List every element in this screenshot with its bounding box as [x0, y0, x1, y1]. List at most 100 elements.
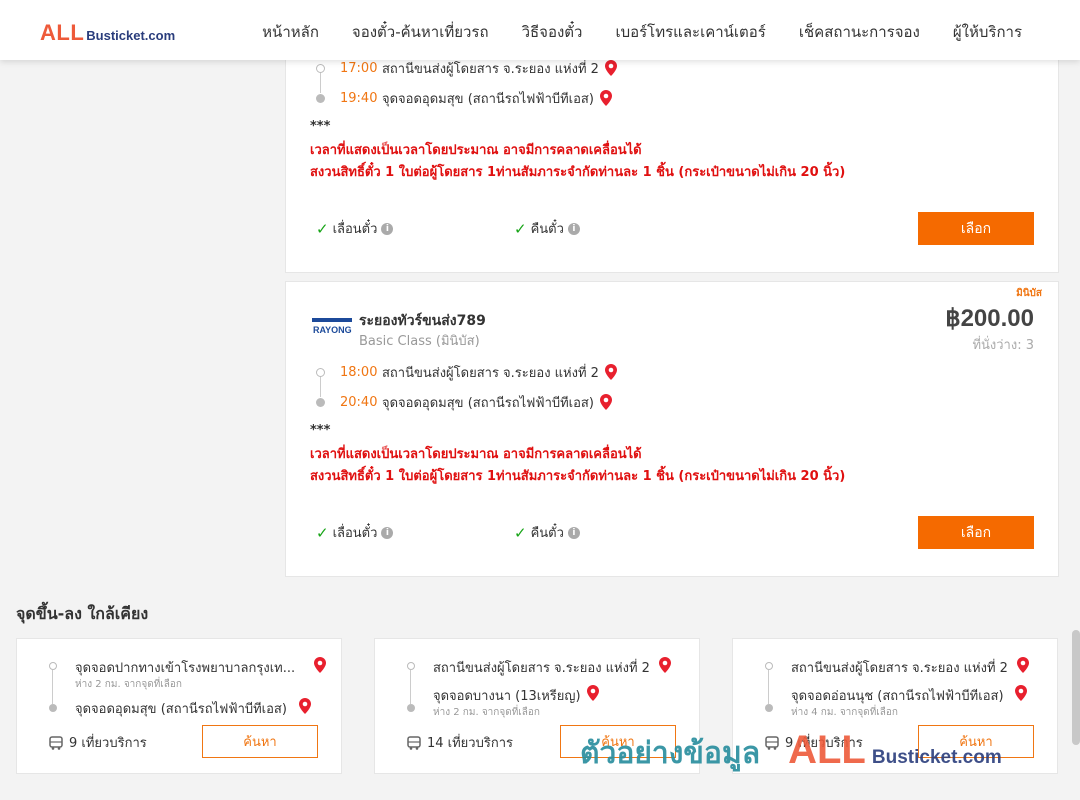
nav-operators[interactable]: ผู้ให้บริการ [953, 20, 1022, 44]
departure-time: 17:00 [340, 60, 378, 76]
option-refund-label: คืนตั๋ว [530, 222, 564, 237]
note-stars: *** [310, 423, 331, 438]
map-pin-icon[interactable] [659, 657, 671, 673]
info-icon[interactable]: i [381, 526, 394, 539]
logo-all: ALL [40, 20, 85, 45]
check-icon: ✓ [514, 523, 527, 542]
logo-busticket: Busticket.com [86, 28, 176, 43]
watermark-all: ALL [788, 728, 866, 772]
from-dot [49, 662, 57, 670]
trip-notes: *** เวลาที่แสดงเป็นเวลาโดยประมาณ อาจมีกา… [310, 119, 845, 184]
departure-dot [316, 63, 325, 73]
note-luggage: สงวนสิทธิ์ตั๋ว 1 ใบต่อผู้โดยสาร 1ท่านสัม… [310, 165, 846, 180]
minibus-badge: มินิบัส [1016, 288, 1042, 299]
trip-stops: 17:00 สถานีขนส่งผู้โดยสาร จ.ระยอง แห่งที… [310, 53, 617, 113]
option-postpone[interactable]: ✓ เลื่อนตั๋ว i [316, 218, 394, 239]
arrival-dot [316, 93, 325, 103]
map-pin-icon[interactable] [314, 657, 326, 673]
arrival-place: จุดจอดอุดมสุข (สถานีรถไฟฟ้าบีทีเอส) [382, 395, 594, 411]
seats-available: ที่นั่งว่าง: 3 [972, 338, 1034, 353]
select-trip-button[interactable]: เลือก [918, 212, 1034, 245]
info-icon[interactable]: i [567, 526, 580, 539]
map-pin-icon[interactable] [599, 394, 612, 410]
main-nav: หน้าหลัก จองตั๋ว-ค้นหาเที่ยวรถ วิธีจองตั… [262, 20, 1022, 44]
site-header: ALL Busticket.com หน้าหลัก จองตั๋ว-ค้นหา… [0, 0, 1080, 60]
watermark-busticket: Busticket.com [871, 747, 1002, 768]
sample-data-watermark: ตัวอย่างข้อมูล ALL Busticket.com [580, 728, 1002, 777]
option-refund-label: คืนตั๋ว [530, 526, 564, 541]
operator-logo: RAYONG [312, 318, 352, 335]
watermark-thai-text: ตัวอย่างข้อมูล [580, 736, 761, 771]
check-icon: ✓ [514, 219, 527, 238]
option-postpone-label: เลื่อนตั๋ว [332, 526, 378, 541]
arrival-dot [316, 397, 325, 407]
nav-how-to-book[interactable]: วิธีจองตั๋ว [522, 20, 583, 44]
departure-dot [316, 367, 325, 377]
note-luggage: สงวนสิทธิ์ตั๋ว 1 ใบต่อผู้โดยสาร 1ท่านสัม… [310, 469, 846, 484]
nav-phone-counter[interactable]: เบอร์โทรและเคาน์เตอร์ [615, 20, 765, 44]
nearby-trips-label: 14 เที่ยวบริการ [427, 736, 513, 751]
arrival-time: 20:40 [340, 394, 378, 410]
nearby-stops-title: จุดขึ้น-ลง ใกล้เคียง [16, 604, 149, 623]
departure-time: 18:00 [340, 364, 378, 380]
from-dot [407, 662, 415, 670]
trip-card: มินิบัส RAYONG ระยองทัวร์ขนส่ง789 Basic … [285, 281, 1059, 577]
arrival-time: 19:40 [340, 90, 378, 106]
bus-icon [407, 735, 421, 750]
nav-book-search[interactable]: จองตั๋ว-ค้นหาเที่ยวรถ [352, 20, 489, 44]
nearby-search-button[interactable]: ค้นหา [202, 725, 318, 758]
departure-stop: 18:00 สถานีขนส่งผู้โดยสาร จ.ระยอง แห่งที… [310, 357, 617, 387]
from-dot [765, 662, 773, 670]
page-scrollbar[interactable] [1072, 630, 1080, 745]
note-time-estimate: เวลาที่แสดงเป็นเวลาโดยประมาณ อาจมีการคลา… [310, 143, 642, 158]
operator-logo-text: RAYONG [313, 325, 352, 335]
arrival-stop: 19:40 จุดจอดอุดมสุข (สถานีรถไฟฟ้าบีทีเอส… [310, 83, 617, 113]
nearby-from-distance: ห่าง 2 กม. จากจุดที่เลือก [75, 679, 182, 690]
select-trip-button[interactable]: เลือก [918, 516, 1034, 549]
nearby-to: จุดจอดอุดมสุข (สถานีรถไฟฟ้าบีทีเอส) [75, 702, 287, 717]
nearby-to-distance: ห่าง 4 กม. จากจุดที่เลือก [791, 707, 898, 718]
map-pin-icon[interactable] [587, 685, 599, 701]
nav-check-booking[interactable]: เช็คสถานะการจอง [799, 20, 920, 44]
nearby-to: จุดจอดบางนา (13เหรียญ) [433, 689, 581, 704]
nearby-to: จุดจอดอ่อนนุช (สถานีรถไฟฟ้าบีทีเอส) [791, 689, 1004, 704]
ticket-price: ฿200.00 [945, 305, 1034, 332]
check-icon: ✓ [316, 523, 329, 542]
bus-class: Basic Class (มินิบัส) [359, 334, 480, 349]
option-refund[interactable]: ✓ คืนตั๋ว i [514, 218, 580, 239]
to-dot [765, 704, 773, 712]
map-pin-icon[interactable] [599, 90, 612, 106]
to-dot [407, 704, 415, 712]
option-refund[interactable]: ✓ คืนตั๋ว i [514, 522, 580, 543]
bus-icon [49, 735, 63, 750]
map-pin-icon[interactable] [299, 698, 311, 714]
map-pin-icon[interactable] [604, 364, 617, 380]
trip-notes: *** เวลาที่แสดงเป็นเวลาโดยประมาณ อาจมีกา… [310, 423, 845, 488]
note-stars: *** [310, 119, 331, 134]
option-postpone-label: เลื่อนตั๋ว [332, 222, 378, 237]
to-dot [49, 704, 57, 712]
site-logo[interactable]: ALL Busticket.com [40, 20, 175, 46]
trip-stops: 18:00 สถานีขนส่งผู้โดยสาร จ.ระยอง แห่งที… [310, 357, 617, 417]
nearby-trips: 14 เที่ยวบริการ [407, 732, 513, 753]
arrival-place: จุดจอดอุดมสุข (สถานีรถไฟฟ้าบีทีเอส) [382, 91, 594, 107]
departure-place: สถานีขนส่งผู้โดยสาร จ.ระยอง แห่งที่ 2 [382, 365, 599, 381]
nav-home[interactable]: หน้าหลัก [262, 20, 319, 44]
nearby-to-distance: ห่าง 2 กม. จากจุดที่เลือก [433, 707, 540, 718]
map-pin-icon[interactable] [604, 60, 617, 76]
nearby-trips-label: 9 เที่ยวบริการ [69, 736, 147, 751]
operator-name: ระยองทัวร์ขนส่ง789 [359, 313, 486, 329]
nearby-trips: 9 เที่ยวบริการ [49, 732, 147, 753]
option-postpone[interactable]: ✓ เลื่อนตั๋ว i [316, 522, 394, 543]
map-pin-icon[interactable] [1017, 657, 1029, 673]
nearby-card: จุดจอดปากทางเข้าโรงพยาบาลกรุงเท... ห่าง … [16, 638, 342, 774]
nearby-from: สถานีขนส่งผู้โดยสาร จ.ระยอง แห่งที่ 2 [791, 661, 1008, 676]
nearby-from: จุดจอดปากทางเข้าโรงพยาบาลกรุงเท... [75, 661, 296, 676]
route-line [768, 670, 769, 704]
route-line [410, 670, 411, 704]
note-time-estimate: เวลาที่แสดงเป็นเวลาโดยประมาณ อาจมีการคลา… [310, 447, 642, 462]
check-icon: ✓ [316, 219, 329, 238]
info-icon[interactable]: i [381, 222, 394, 235]
map-pin-icon[interactable] [1015, 685, 1027, 701]
info-icon[interactable]: i [567, 222, 580, 235]
